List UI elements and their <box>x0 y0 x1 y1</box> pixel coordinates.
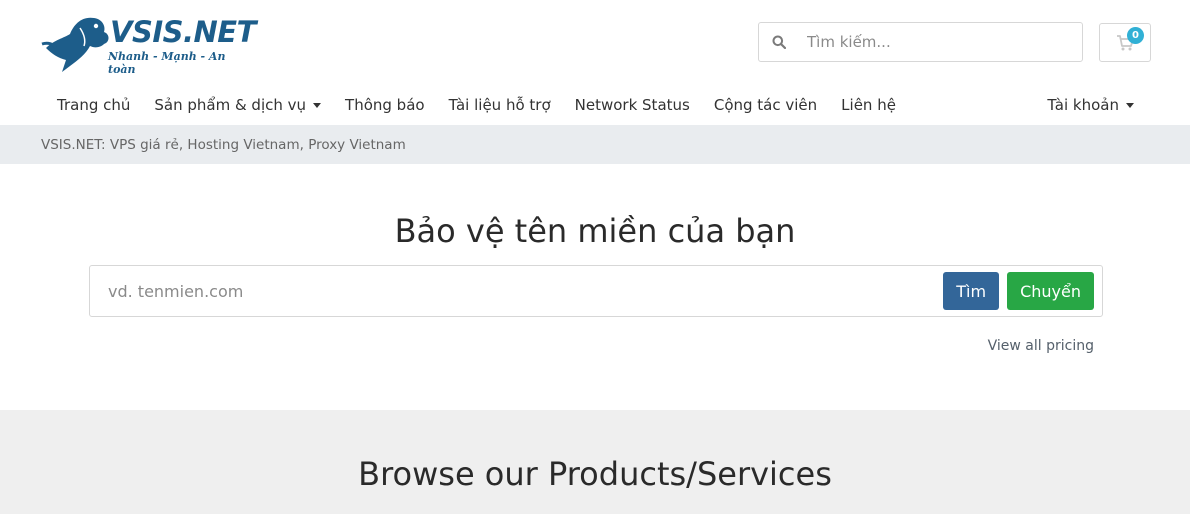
nav-item-account[interactable]: Tài khoản <box>1035 96 1146 114</box>
nav-item-contact[interactable]: Liên hệ <box>829 96 908 114</box>
breadcrumb: VSIS.NET: VPS giá rẻ, Hosting Vietnam, P… <box>0 125 1190 164</box>
brand-logo[interactable]: VSIS.NET Nhanh - Mạnh - An toàn <box>40 14 256 76</box>
domain-input[interactable] <box>90 266 944 316</box>
nav-item-network-status[interactable]: Network Status <box>563 96 702 114</box>
cart-button[interactable]: 0 <box>1099 23 1151 62</box>
products-section: Browse our Products/Services <box>0 410 1190 514</box>
nav-item-affiliates[interactable]: Cộng tác viên <box>702 96 829 114</box>
brand-name: VSIS.NET <box>110 15 256 49</box>
caret-down-icon <box>313 102 322 108</box>
search-icon[interactable] <box>759 35 799 49</box>
cart-count-badge: 0 <box>1127 27 1144 44</box>
view-all-pricing-link[interactable]: View all pricing <box>988 338 1094 354</box>
nav-item-knowledgebase[interactable]: Tài liệu hỗ trợ <box>437 96 563 114</box>
search-input[interactable] <box>807 23 1082 61</box>
products-title: Browse our Products/Services <box>358 455 832 493</box>
lion-logo-icon <box>41 17 109 72</box>
domain-search-box: Tìm Chuyển <box>89 265 1103 317</box>
domain-transfer-button[interactable]: Chuyển <box>1007 272 1094 310</box>
domain-search-button[interactable]: Tìm <box>943 272 1000 310</box>
domain-title: Bảo vệ tên miền của bạn <box>394 212 796 250</box>
brand-tagline: Nhanh - Mạnh - An toàn <box>108 50 226 76</box>
nav-item-products[interactable]: Sản phẩm & dịch vụ <box>142 96 333 114</box>
nav-item-home[interactable]: Trang chủ <box>45 96 142 114</box>
nav-item-announcements[interactable]: Thông báo <box>333 96 437 114</box>
main-nav: Trang chủ Sản phẩm & dịch vụ Thông báo T… <box>45 90 908 120</box>
caret-down-icon <box>1126 102 1134 108</box>
site-search <box>758 22 1083 62</box>
breadcrumb-text: VSIS.NET: VPS giá rẻ, Hosting Vietnam, P… <box>41 136 406 153</box>
